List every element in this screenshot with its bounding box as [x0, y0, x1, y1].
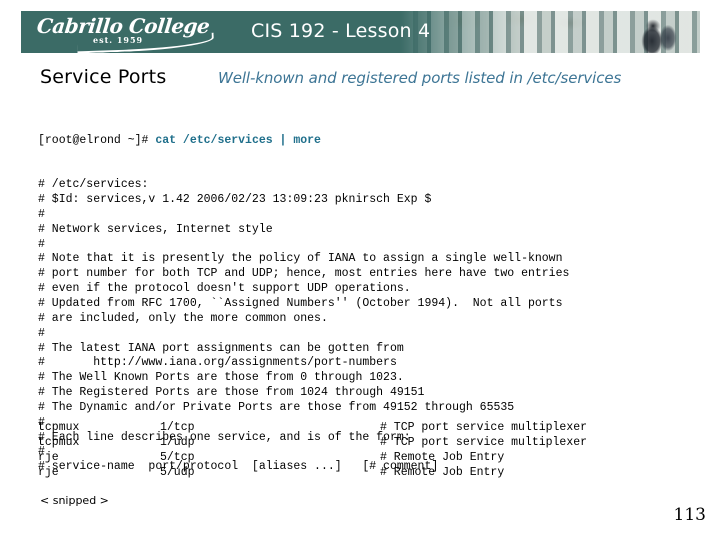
entry-service-name: rje	[38, 450, 59, 464]
logo-swoosh-flourish	[76, 32, 215, 53]
slide-heading: Service Ports Well-known and registered …	[40, 66, 700, 92]
course-lesson-title: CIS 192 - Lesson 4	[251, 20, 431, 42]
banner-photo-columns	[400, 11, 700, 53]
entry-comment: # Remote Job Entry	[380, 465, 505, 479]
terminal-command-line: [root@elrond ~]# cat /etc/services | mor…	[38, 134, 698, 149]
table-row: rje 5/tcp # Remote Job Entry	[38, 451, 698, 466]
table-row: tcpmux 1/udp # TCP port service multiplexe…	[38, 436, 698, 451]
terminal-line: # $Id: services,v 1.42 2006/02/23 13:09:…	[38, 193, 432, 207]
terminal-line: # The Well Known Ports are those from 0 …	[38, 371, 404, 385]
table-row: rje 5/udp # Remote Job Entry	[38, 466, 698, 481]
terminal-line: #	[38, 326, 45, 340]
entry-service-name: tcpmux	[38, 421, 80, 434]
shell-prompt: [root@elrond ~]#	[38, 133, 156, 147]
terminal-line: # http://www.iana.org/assignments/port-n…	[38, 356, 397, 370]
entry-port-protocol: 5/udp	[160, 465, 195, 479]
entry-comment: # TCP port service multiplexer	[380, 421, 588, 434]
entry-service-name: rje	[38, 465, 59, 479]
page-subtitle: Well-known and registered ports listed i…	[218, 69, 622, 87]
entry-port-protocol: 5/tcp	[160, 450, 195, 464]
shell-command: cat /etc/services | more	[155, 133, 321, 147]
terminal-line: #	[38, 207, 45, 221]
terminal-line: # are included, only the more common one…	[38, 311, 328, 325]
entry-comment: # Remote Job Entry	[380, 450, 505, 464]
entry-comment: # TCP port service multiplexer	[380, 435, 588, 449]
terminal-line: # The latest IANA port assignments can b…	[38, 341, 404, 355]
table-row: tcpmux 1/tcp # TCP port service multiplexe…	[38, 421, 698, 436]
terminal-line: # Updated from RFC 1700, ``Assigned Numb…	[38, 296, 563, 310]
terminal-line: # /etc/services:	[38, 178, 149, 192]
terminal-line: # even if the protocol doesn't support U…	[38, 282, 411, 296]
slide-page-number: 113	[673, 505, 706, 525]
header-banner: Cabrillo College est. 1959 CIS 192 - Les…	[21, 11, 700, 53]
terminal-line: # The Dynamic and/or Private Ports are t…	[38, 400, 515, 414]
terminal-line: # Network services, Internet style	[38, 222, 273, 236]
page-title: Service Ports	[40, 66, 167, 88]
services-entry-table: tcpmux 1/tcp # TCP port service multiplexe…	[38, 421, 698, 480]
terminal-line: # Note that it is presently the policy o…	[38, 252, 563, 266]
terminal-line: # port number for both TCP and UDP; henc…	[38, 267, 570, 281]
entry-port-protocol: 1/tcp	[160, 421, 195, 434]
terminal-line: # The Registered Ports are those from 10…	[38, 386, 425, 400]
entry-service-name: tcpmux	[38, 435, 80, 449]
cabrillo-college-logo: Cabrillo College est. 1959	[36, 14, 217, 53]
terminal-line: #	[38, 237, 45, 251]
entry-port-protocol: 1/udp	[160, 435, 195, 449]
snipped-marker: < snipped >	[40, 494, 109, 507]
